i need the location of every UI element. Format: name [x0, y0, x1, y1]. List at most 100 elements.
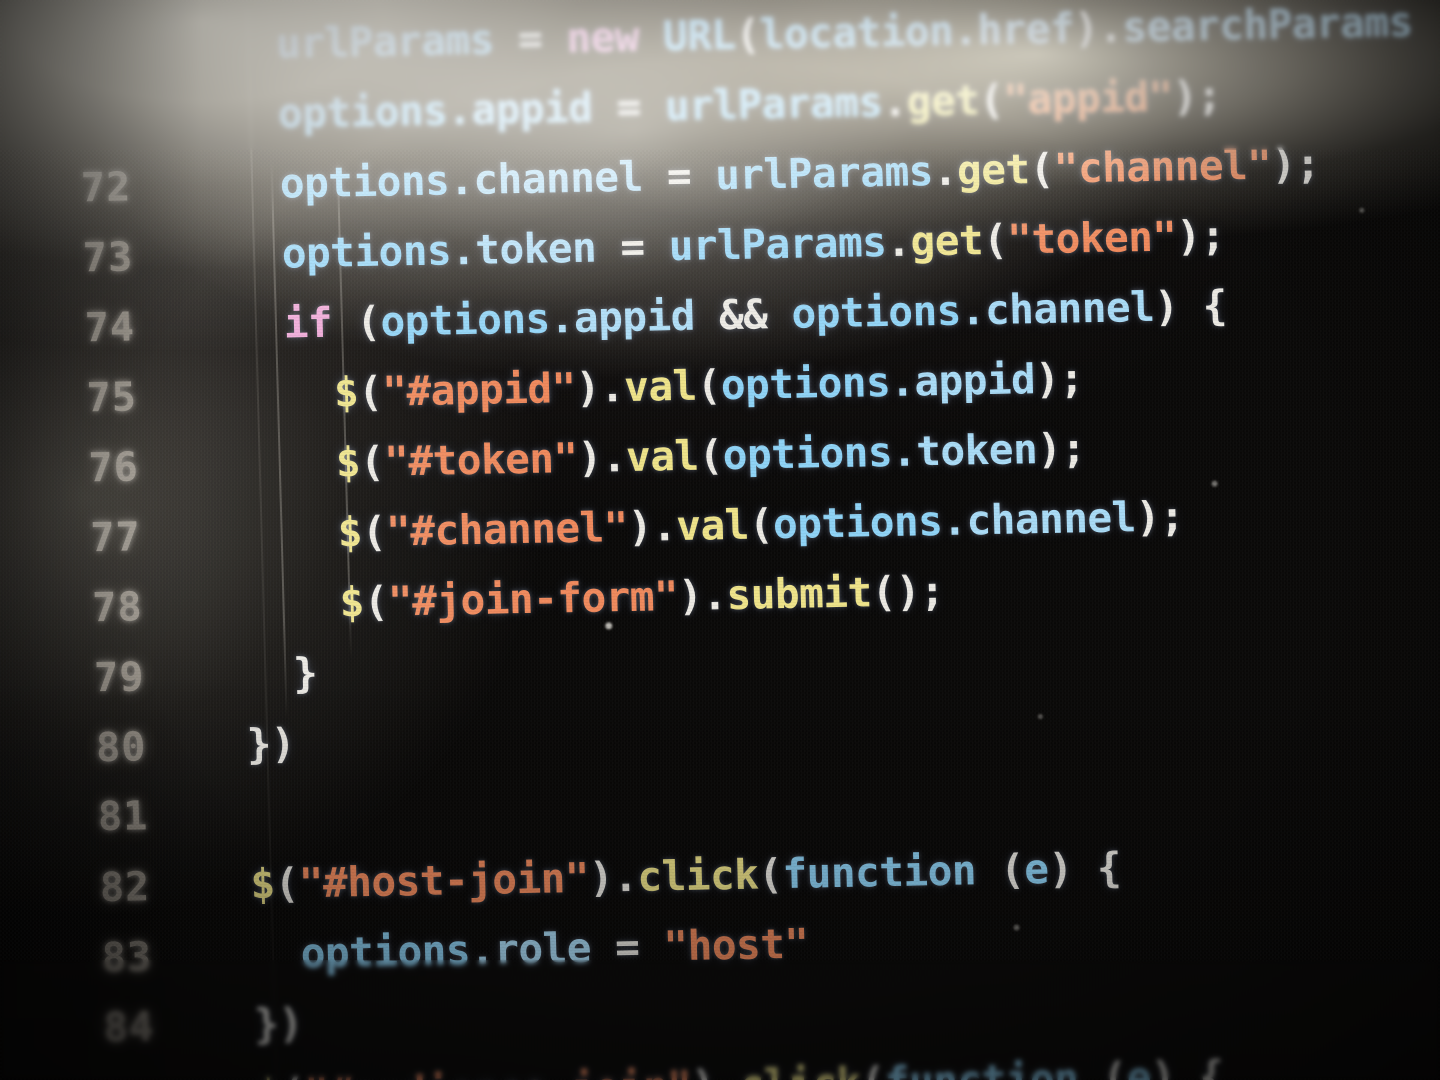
- token-keyword: if: [283, 298, 333, 348]
- token-variable: options: [279, 156, 450, 208]
- token-string: "#join-form": [387, 572, 679, 626]
- token-function: get: [956, 145, 1031, 195]
- token-punct: =: [591, 82, 666, 132]
- token-string: "token": [1006, 212, 1178, 264]
- token-variable: function: [781, 846, 977, 899]
- token-punct: (: [982, 215, 1008, 265]
- token-punct: (: [363, 577, 389, 627]
- token-property: .token: [891, 425, 1038, 476]
- token-punct: );: [1034, 354, 1085, 404]
- token-punct: (: [357, 367, 383, 417]
- token-punct: ).: [588, 852, 639, 902]
- token-punct: ).: [1073, 3, 1124, 53]
- code-editor-pane[interactable]: urlParams = new URL(location.href).searc…: [0, 0, 1440, 1080]
- token-punct: (: [697, 431, 724, 480]
- token-function: click: [636, 850, 759, 901]
- token-punct: );: [1036, 424, 1087, 474]
- token-function: click: [739, 1059, 861, 1080]
- token-punct: }): [205, 999, 304, 1050]
- token-function: $: [256, 1070, 281, 1080]
- token-variable: options: [277, 86, 448, 138]
- token-punct: }: [195, 648, 318, 700]
- token-string: "#token": [383, 433, 579, 486]
- line-number: 80: [95, 724, 147, 772]
- token-punct: ) {: [1150, 1051, 1225, 1080]
- line-number: 72: [80, 164, 132, 212]
- token-punct: ) {: [1153, 281, 1228, 331]
- line-number: 83: [101, 934, 153, 982]
- token-function: $: [337, 508, 363, 557]
- code-line-list: urlParams = new URL(location.href).searc…: [0, 0, 1440, 1080]
- token-function: $: [333, 368, 359, 417]
- line-number: 73: [82, 234, 134, 282]
- token-variable: urlParams: [668, 217, 888, 271]
- token-variable: urlParams: [664, 78, 884, 131]
- token-punct: );: [1135, 492, 1185, 542]
- token-keyword: new: [565, 12, 640, 63]
- token-string: "#channel": [385, 502, 629, 556]
- token-punct: &&: [694, 289, 793, 340]
- token-variable: options: [772, 496, 943, 549]
- line-number: 82: [99, 864, 151, 912]
- token-punct: (: [280, 1069, 305, 1080]
- token-punct: =: [590, 922, 665, 972]
- line-number: 75: [86, 374, 138, 422]
- token-punct: ();: [870, 566, 945, 617]
- token-variable: e: [1023, 844, 1050, 894]
- token-punct: );: [1172, 71, 1222, 121]
- token-punct: (: [748, 500, 774, 549]
- line-number: 76: [88, 444, 140, 492]
- code-line-text: options.role = "host": [203, 909, 809, 991]
- token-punct: ).: [627, 502, 677, 551]
- token-punct: .: [932, 146, 958, 196]
- token-punct: =: [641, 151, 716, 201]
- token-function: val: [623, 361, 698, 412]
- token-variable: e: [1126, 1053, 1152, 1080]
- token-punct: ).: [677, 571, 728, 621]
- code-line-text: }): [197, 708, 296, 780]
- token-property: .href: [952, 4, 1075, 55]
- line-number: 79: [93, 654, 146, 702]
- token-property: .channel: [448, 152, 644, 205]
- token-string: "#host-join": [298, 853, 590, 908]
- token-property: .appid: [889, 355, 1036, 406]
- token-property: .token: [450, 223, 597, 275]
- token-function: submit: [725, 568, 873, 620]
- token-punct: (: [1077, 1053, 1128, 1080]
- token-punct: );: [1270, 139, 1321, 189]
- token-property: .appid: [446, 83, 594, 135]
- token-function: val: [675, 500, 750, 551]
- token-variable: URL: [662, 10, 737, 61]
- token-punct: .: [885, 217, 912, 266]
- token-punct: ).: [691, 1061, 741, 1080]
- token-property: .appid: [549, 291, 696, 343]
- line-number: 74: [84, 304, 136, 352]
- token-punct: =: [493, 14, 567, 64]
- token-variable: function: [884, 1054, 1079, 1080]
- token-punct: (: [274, 859, 300, 908]
- line-number: [0, 60, 180, 64]
- token-variable: urlParams: [275, 15, 495, 68]
- token-punct: ).: [575, 363, 625, 412]
- token-punct: );: [1175, 211, 1226, 261]
- token-punct: (: [1028, 144, 1055, 194]
- token-variable: location: [759, 6, 954, 59]
- token-punct: (: [359, 437, 385, 487]
- token-punct: ) {: [1047, 843, 1122, 893]
- token-function: $: [249, 859, 276, 909]
- token-punct: (: [331, 297, 382, 347]
- token-punct: (: [734, 10, 761, 59]
- token-variable: options: [300, 926, 471, 978]
- line-number: 81: [97, 793, 149, 841]
- line-number: 77: [89, 514, 142, 562]
- line-number: 78: [91, 584, 144, 632]
- code-line-text: }: [195, 638, 318, 710]
